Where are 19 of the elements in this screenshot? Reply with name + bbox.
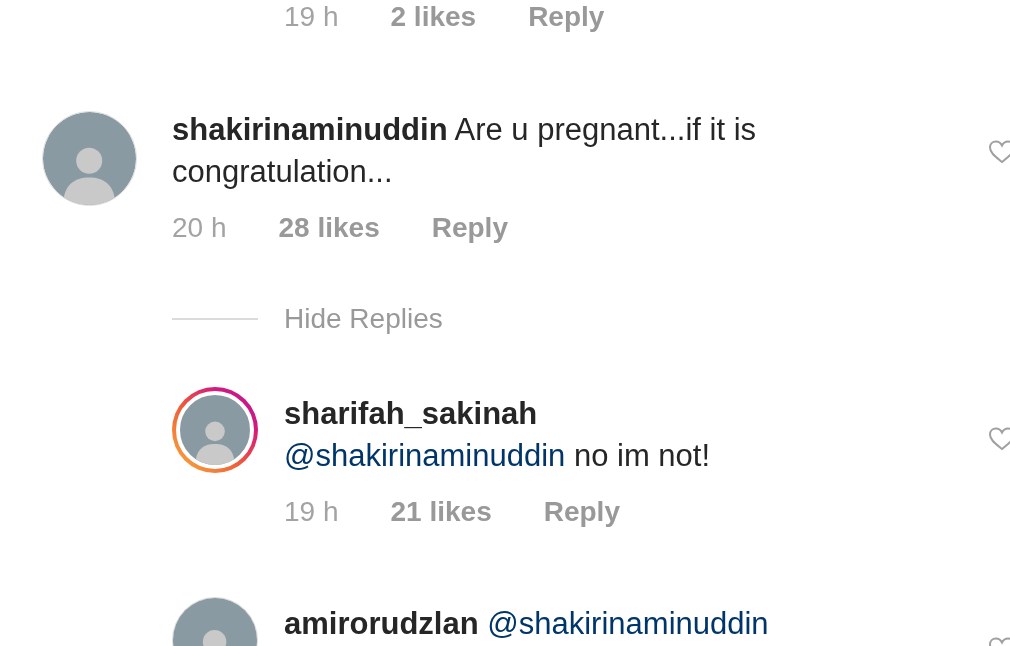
hide-replies-link[interactable]: Hide Replies	[284, 302, 443, 336]
likes-link[interactable]: 28 likes	[278, 211, 380, 245]
comment-text: sharifah_sakinah @shakirinaminuddin no im not!	[284, 395, 712, 475]
comment-time: 19 h	[284, 0, 339, 34]
comment-time: 19 h	[284, 495, 339, 529]
username-link[interactable]: amirorudzlan	[284, 606, 479, 641]
heart-icon[interactable]	[988, 140, 1010, 164]
comment-text: shakirinaminuddin Are u pregnant...if it is congratulation...	[172, 111, 758, 191]
likes-link[interactable]: 21 likes	[390, 495, 492, 529]
username-link[interactable]: sharifah_sakinah	[284, 396, 538, 431]
comment-time: 20 h	[172, 211, 227, 245]
mention-link[interactable]: @shakirinaminuddin	[487, 606, 769, 641]
reply-button[interactable]: Reply	[528, 0, 605, 34]
mention-link[interactable]: @shakirinaminuddin	[284, 438, 566, 473]
heart-icon[interactable]	[988, 427, 1010, 451]
reply-button[interactable]: Reply	[431, 211, 508, 245]
reply-button[interactable]: Reply	[543, 495, 620, 529]
username-link[interactable]: shakirinaminuddin	[172, 112, 448, 147]
likes-link[interactable]: 2 likes	[390, 0, 477, 34]
